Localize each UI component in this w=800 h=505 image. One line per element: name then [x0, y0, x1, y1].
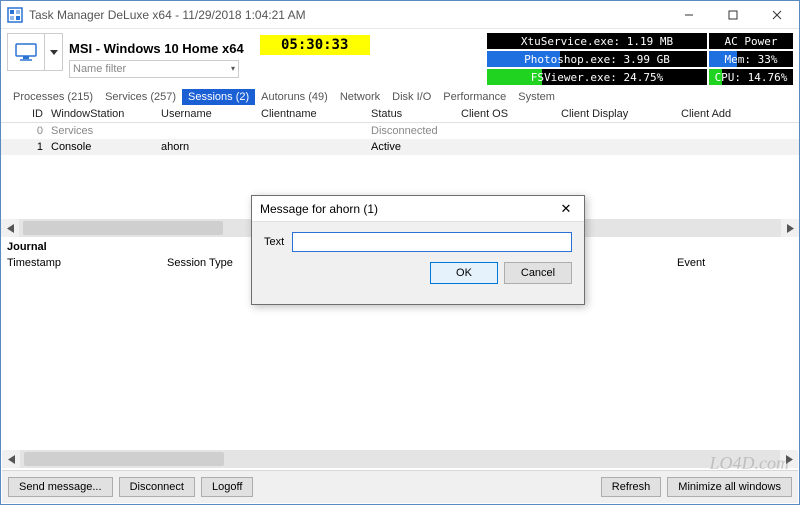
scroll-thumb[interactable]: [23, 221, 223, 235]
col-event[interactable]: Event: [677, 257, 705, 269]
bottom-toolbar: Send message... Disconnect Logoff Refres…: [2, 470, 798, 503]
dialog-text-label: Text: [264, 236, 284, 248]
minimize-all-windows-button[interactable]: Minimize all windows: [667, 477, 792, 497]
stat-meter-0: AC Power: [709, 33, 793, 49]
refresh-button[interactable]: Refresh: [601, 477, 662, 497]
scroll-track[interactable]: [20, 450, 780, 468]
dialog-titlebar: Message for ahorn (1) ✕: [252, 196, 584, 222]
tab-processes-215[interactable]: Processes (215): [7, 89, 99, 105]
col-clientname[interactable]: Clientname: [257, 108, 367, 120]
dialog-cancel-button[interactable]: Cancel: [504, 262, 572, 284]
table-row[interactable]: 1ConsoleahornActive: [1, 139, 799, 155]
tab-system[interactable]: System: [512, 89, 561, 105]
col-id[interactable]: ID: [7, 108, 47, 120]
stat-meter-2: CPU: 14.76%: [709, 69, 793, 85]
tab-performance[interactable]: Performance: [437, 89, 512, 105]
scroll-right-icon[interactable]: [781, 219, 799, 237]
stat-process-2: FSViewer.exe: 24.75%: [487, 69, 707, 85]
maximize-button[interactable]: [711, 1, 755, 28]
dialog-ok-button[interactable]: OK: [430, 262, 498, 284]
minimize-button[interactable]: [667, 1, 711, 28]
col-username[interactable]: Username: [157, 108, 257, 120]
tab-autoruns-49[interactable]: Autoruns (49): [255, 89, 334, 105]
system-title: MSI - Windows 10 Home x64: [69, 41, 244, 56]
name-filter-input[interactable]: Name filter ▾: [69, 60, 239, 78]
scroll-right-icon[interactable]: [780, 450, 798, 468]
scroll-thumb[interactable]: [24, 452, 224, 466]
scroll-left-icon[interactable]: [1, 219, 19, 237]
system-dropdown-button[interactable]: [45, 33, 63, 71]
tab-disk-i-o[interactable]: Disk I/O: [386, 89, 437, 105]
header-strip: MSI - Windows 10 Home x64 Name filter ▾ …: [1, 29, 799, 89]
dialog-text-input[interactable]: [292, 232, 572, 252]
monitor-icon: [15, 43, 37, 61]
chevron-down-icon: ▾: [231, 64, 235, 73]
window-title: Task Manager DeLuxe x64 - 11/29/2018 1:0…: [29, 8, 667, 22]
dialog-title: Message for ahorn (1): [260, 202, 378, 216]
stat-process-0: XtuService.exe: 1.19 MB: [487, 33, 707, 49]
col-timestamp[interactable]: Timestamp: [7, 257, 167, 269]
sessions-column-headers: ID WindowStation Username Clientname Sta…: [1, 106, 799, 123]
chevron-down-icon: [50, 50, 58, 55]
tab-network[interactable]: Network: [334, 89, 386, 105]
app-icon: [7, 7, 23, 23]
col-client-display[interactable]: Client Display: [557, 108, 677, 120]
titlebar: Task Manager DeLuxe x64 - 11/29/2018 1:0…: [1, 1, 799, 29]
stat-process-1: Photoshop.exe: 3.99 GB: [487, 51, 707, 67]
tab-sessions-2[interactable]: Sessions (2): [182, 89, 255, 105]
col-client-addr[interactable]: Client Add: [677, 108, 735, 120]
tab-services-257[interactable]: Services (257): [99, 89, 182, 105]
journal-hscrollbar[interactable]: [2, 450, 798, 468]
col-windowstation[interactable]: WindowStation: [47, 108, 157, 120]
disconnect-button[interactable]: Disconnect: [119, 477, 195, 497]
send-message-button[interactable]: Send message...: [8, 477, 113, 497]
table-row[interactable]: 0ServicesDisconnected: [1, 123, 799, 139]
logoff-button[interactable]: Logoff: [201, 477, 253, 497]
stats-panel: XtuService.exe: 1.19 MBAC PowerPhotoshop…: [487, 33, 793, 85]
stat-meter-1: Mem: 33%: [709, 51, 793, 67]
col-status[interactable]: Status: [367, 108, 457, 120]
uptime-display: 05:30:33: [260, 35, 370, 55]
col-client-os[interactable]: Client OS: [457, 108, 557, 120]
scroll-left-icon[interactable]: [2, 450, 20, 468]
dialog-close-button[interactable]: ✕: [556, 201, 576, 217]
system-icon-button[interactable]: [7, 33, 45, 71]
name-filter-placeholder: Name filter: [73, 63, 126, 75]
tab-bar: Processes (215)Services (257)Sessions (2…: [1, 89, 799, 106]
close-button[interactable]: [755, 1, 799, 28]
send-message-dialog: Message for ahorn (1) ✕ Text OK Cancel: [251, 195, 585, 305]
